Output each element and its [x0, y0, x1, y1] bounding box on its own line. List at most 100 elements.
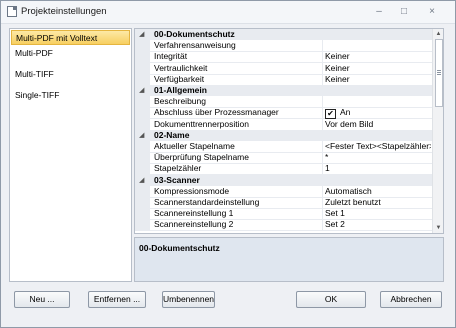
column-divider	[322, 197, 323, 208]
row-gutter	[135, 96, 150, 108]
property-value[interactable]: Vor dem Bild	[325, 119, 431, 130]
property-value[interactable]: ✔ An	[325, 107, 431, 120]
property-name: Beschreibung	[154, 96, 206, 107]
property-row[interactable]: Verfügbarkeit Keiner	[135, 73, 432, 86]
column-divider	[322, 152, 323, 164]
remove-button[interactable]: Entfernen ...	[88, 291, 146, 308]
row-gutter	[135, 185, 150, 197]
property-value[interactable]: Set 2	[325, 219, 431, 230]
property-row[interactable]: Kompressionsmode Automatisch	[135, 185, 432, 198]
profile-item-multi-tiff[interactable]: Multi-TIFF	[11, 67, 130, 82]
category-row[interactable]: ◢ 00-Dokumentschutz	[135, 29, 432, 40]
scroll-thumb[interactable]	[435, 39, 443, 107]
profile-list: Multi-PDF mit Volltext Multi-PDF Multi-T…	[9, 28, 132, 282]
property-name: Stapelzähler	[154, 163, 202, 174]
property-value[interactable]: 1	[325, 163, 431, 174]
property-row[interactable]: Scannereinstellung 1 Set 1	[135, 208, 432, 221]
property-name: Aktueller Stapelname	[154, 141, 235, 151]
category-row[interactable]: ◢ 03-Scanner	[135, 174, 432, 186]
property-row[interactable]: Integrität Keiner	[135, 51, 432, 64]
property-value[interactable]: *	[325, 152, 431, 163]
property-name: Verfügbarkeit	[154, 73, 205, 84]
column-divider	[322, 118, 323, 130]
profile-item-label: Multi-TIFF	[15, 69, 54, 79]
column-divider	[322, 96, 323, 108]
description-title: 00-Dokumentschutz	[139, 243, 220, 253]
collapse-triangle-icon[interactable]: ◢	[139, 85, 144, 96]
property-row[interactable]: Beschreibung	[135, 96, 432, 109]
profile-item-label: Single-TIFF	[15, 90, 60, 100]
row-gutter	[135, 197, 150, 208]
property-name: Scannereinstellung 2	[154, 219, 234, 230]
property-name: Abschluss über Prozessmanager	[154, 107, 279, 118]
column-divider	[322, 219, 323, 231]
category-row[interactable]: ◢ 01-Allgemein	[135, 85, 432, 96]
document-settings-icon	[7, 6, 17, 17]
ok-button[interactable]: OK	[296, 291, 366, 308]
property-value[interactable]: Keiner	[325, 51, 431, 62]
property-value[interactable]: Set 1	[325, 208, 431, 219]
property-value[interactable]: Zuletzt benutzt	[325, 197, 431, 208]
property-row[interactable]: Verfahrensanweisung	[135, 40, 432, 53]
collapse-triangle-icon[interactable]: ◢	[139, 130, 144, 141]
column-divider	[322, 163, 323, 175]
profile-item-multi-pdf-volltext[interactable]: Multi-PDF mit Volltext	[11, 30, 130, 45]
column-divider	[322, 107, 323, 119]
property-name: Scannereinstellung 1	[154, 208, 234, 219]
scroll-up-icon[interactable]: ▲	[433, 29, 443, 39]
property-value[interactable]: Automatisch	[325, 186, 431, 197]
title-bar: Projekteinstellungen – □ ×	[1, 1, 455, 24]
property-grid: ◢ 00-Dokumentschutz Verfahrensanweisung Int…	[134, 28, 444, 234]
column-divider	[322, 51, 323, 63]
property-row[interactable]: Aktueller Stapelname <Fester Text><Stapel…	[135, 141, 432, 153]
property-value[interactable]: Keiner	[325, 74, 431, 85]
row-gutter	[135, 219, 150, 231]
column-divider	[322, 40, 323, 52]
row-gutter	[135, 73, 150, 85]
category-row[interactable]: ◢ 02-Name	[135, 129, 432, 141]
column-divider	[322, 208, 323, 220]
maximize-button[interactable]: □	[396, 5, 412, 18]
property-row[interactable]: Vertraulichkeit Keiner	[135, 62, 432, 75]
property-value[interactable]: Keiner	[325, 63, 431, 74]
property-name: Scannerstandardeinstellung	[154, 197, 260, 207]
property-row[interactable]: Abschluss über Prozessmanager ✔ An	[135, 107, 432, 120]
category-name: 03-Scanner	[154, 174, 200, 185]
property-row[interactable]: Überprüfung Stapelname *	[135, 152, 432, 165]
profile-item-multi-pdf[interactable]: Multi-PDF	[11, 46, 130, 61]
property-row[interactable]: Scannereinstellung 2 Set 2	[135, 219, 432, 232]
window-title: Projekteinstellungen	[21, 6, 107, 17]
column-divider	[322, 141, 323, 152]
profile-item-single-tiff[interactable]: Single-TIFF	[11, 88, 130, 103]
cancel-button[interactable]: Abbrechen	[380, 291, 442, 308]
minimize-button[interactable]: –	[371, 5, 387, 18]
row-gutter	[135, 152, 150, 164]
profile-item-label: Multi-PDF	[15, 48, 53, 58]
property-value-text: An	[340, 107, 351, 118]
new-button[interactable]: Neu ...	[14, 291, 70, 308]
rename-button[interactable]: Umbenennen	[162, 291, 215, 308]
property-value[interactable]: <Fester Text><Stapelzähler>	[325, 141, 431, 152]
property-name: Verfahrensanweisung	[154, 40, 236, 51]
column-divider	[322, 62, 323, 74]
property-name: Dokumenttrennerposition	[154, 118, 249, 129]
vertical-scrollbar[interactable]: ▲ ▼	[432, 29, 443, 233]
property-name: Integrität	[154, 51, 188, 62]
property-row[interactable]: Dokumenttrennerposition Vor dem Bild	[135, 118, 432, 131]
property-name: Kompressionsmode	[154, 185, 230, 196]
collapse-triangle-icon[interactable]: ◢	[139, 29, 144, 40]
row-gutter	[135, 208, 150, 220]
property-name: Überprüfung Stapelname	[154, 152, 249, 163]
row-gutter	[135, 107, 150, 119]
description-panel: 00-Dokumentschutz	[134, 237, 444, 282]
property-row[interactable]: Scannerstandardeinstellung Zuletzt benutz…	[135, 197, 432, 209]
scroll-down-icon[interactable]: ▼	[433, 223, 443, 233]
column-divider	[322, 73, 323, 85]
category-name: 00-Dokumentschutz	[154, 29, 235, 39]
close-button[interactable]: ×	[424, 5, 440, 18]
collapse-triangle-icon[interactable]: ◢	[139, 175, 144, 186]
property-row[interactable]: Stapelzähler 1	[135, 163, 432, 176]
column-divider	[322, 185, 323, 197]
row-gutter	[135, 141, 150, 152]
row-gutter	[135, 62, 150, 74]
